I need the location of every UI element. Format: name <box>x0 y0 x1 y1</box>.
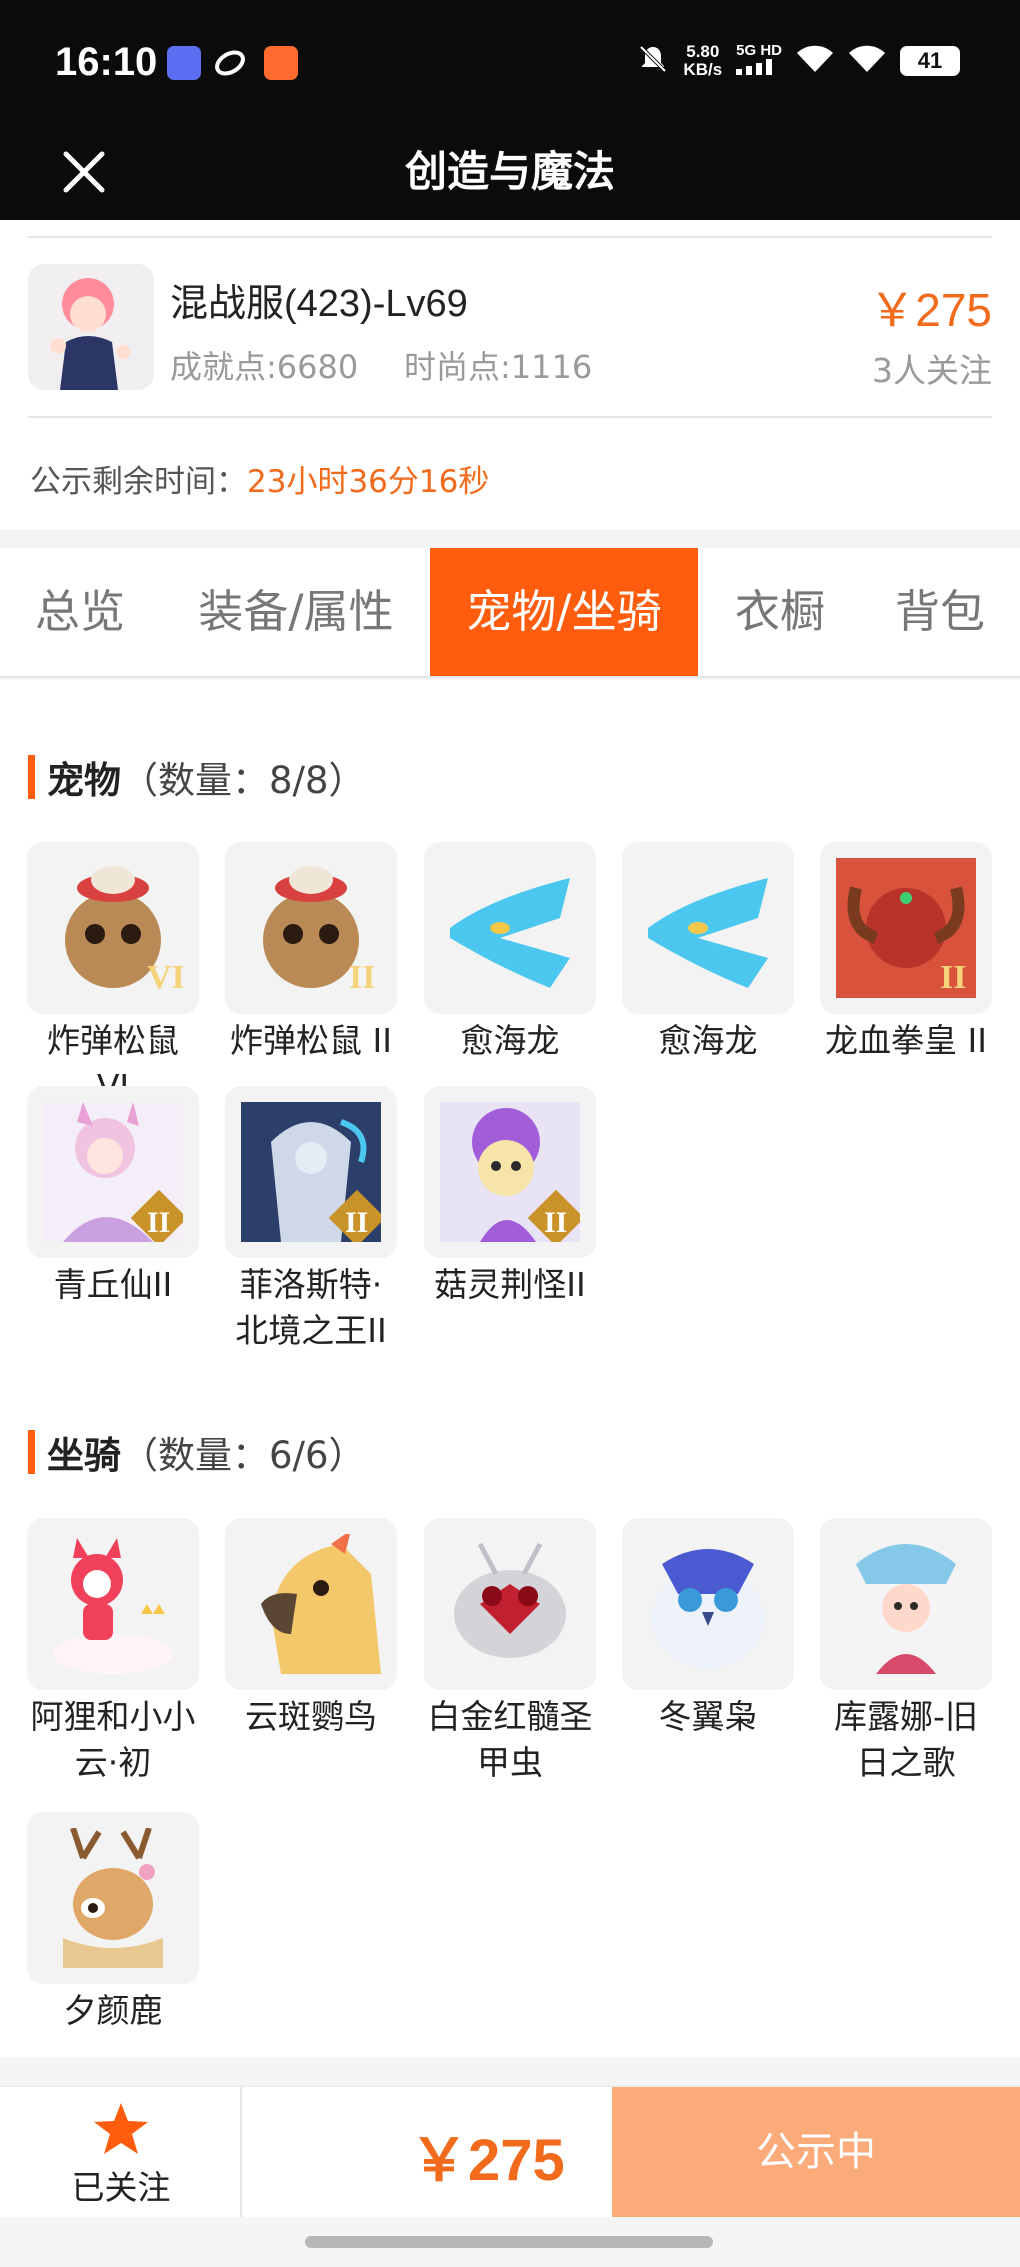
video-app-icon <box>264 46 298 80</box>
svg-text:II: II <box>147 1206 170 1239</box>
nav-bar: 创造与魔法 <box>0 124 1020 220</box>
fashion-points: 时尚点:1116 <box>404 348 593 386</box>
svg-text:II: II <box>544 1206 567 1239</box>
frost-king-image: II <box>225 1086 397 1258</box>
home-indicator[interactable] <box>305 2236 713 2248</box>
pet-item[interactable]: II 龙血拳皇 II <box>820 842 992 1064</box>
pets-mounts-panel: 宠物 （数量：8/8） VI 炸弹松鼠 VI II 炸弹松鼠 II 愈海龙 愈海… <box>0 680 1020 2057</box>
network-type: 5G HD <box>736 42 782 79</box>
status-bar: 16:10 5.80 KB/s 5G HD 41 <box>0 0 1020 124</box>
mount-item[interactable]: 阿狸和小小云·初 <box>27 1518 199 1786</box>
character-avatar <box>28 264 154 390</box>
svg-text:VI: VI <box>147 959 183 996</box>
pet-name: 龙血拳皇 II <box>825 1021 987 1060</box>
follow-label: 已关注 <box>71 2168 171 2207</box>
battery-icon: 41 <box>900 45 960 76</box>
scarab-image <box>424 1518 596 1690</box>
mushroom-spirit-image: II <box>424 1086 596 1258</box>
mount-item[interactable]: 库露娜-旧日之歌 <box>820 1518 992 1786</box>
pet-name: 愈海龙 <box>658 1021 758 1060</box>
tab-wardrobe[interactable]: 衣橱 <box>710 548 850 676</box>
wifi-icon <box>848 44 886 78</box>
pet-name: 愈海龙 <box>460 1021 560 1060</box>
kuluna-image <box>820 1518 992 1690</box>
ali-cloud-image <box>27 1518 199 1690</box>
tab-bar: 总览 装备/属性 宠物/坐骑 衣橱 背包 <box>0 548 1020 678</box>
bomb-squirrel-image: VI <box>27 842 199 1014</box>
healing-sea-dragon-image <box>424 842 596 1014</box>
follower-count: 3人关注 <box>872 351 992 390</box>
mount-name: 阿狸和小小云·初 <box>30 1697 196 1782</box>
tab-pets-mounts[interactable]: 宠物/坐骑 <box>430 548 698 676</box>
spotted-parrot-image <box>225 1518 397 1690</box>
mounts-section-title: 坐骑 （数量：6/6） <box>28 1425 366 1479</box>
divider <box>28 236 992 238</box>
close-button[interactable] <box>56 124 112 220</box>
pet-item[interactable]: VI 炸弹松鼠 VI <box>27 842 199 1110</box>
pet-item[interactable]: II 菇灵荆怪II <box>424 1086 596 1308</box>
pet-name: 菇灵荆怪II <box>434 1265 586 1304</box>
follow-button[interactable]: 已关注 <box>0 2087 242 2217</box>
page-title: 创造与魔法 <box>404 147 615 196</box>
network-speed: 5.80 KB/s <box>683 41 723 79</box>
close-icon <box>63 151 105 193</box>
divider <box>28 416 992 418</box>
pets-section-title: 宠物 （数量：8/8） <box>28 750 366 804</box>
pet-name: 青丘仙II <box>53 1265 173 1304</box>
tab-backpack[interactable]: 背包 <box>870 548 1010 676</box>
publicity-status-button[interactable]: 公示中 <box>612 2087 1020 2217</box>
timer-value: 23小时36分16秒 <box>247 464 490 500</box>
tieba-app-icon <box>167 46 201 80</box>
mount-item[interactable]: 冬翼枭 <box>622 1518 794 1740</box>
tab-overview[interactable]: 总览 <box>0 548 160 676</box>
wifi-icon <box>796 44 834 78</box>
mount-item[interactable]: 夕颜鹿 <box>27 1812 199 2034</box>
achievement-points: 成就点:6680 <box>170 348 359 386</box>
pet-name: 菲洛斯特·北境之王II <box>235 1265 387 1350</box>
browser-app-icon <box>213 46 247 80</box>
svg-text:II: II <box>349 959 375 996</box>
pet-item[interactable]: 愈海龙 <box>622 842 794 1064</box>
mount-name: 库露娜-旧日之歌 <box>834 1697 978 1782</box>
bottom-action-bar: 已关注 ￥275 公示中 <box>0 2085 1020 2217</box>
svg-text:II: II <box>940 959 966 996</box>
publicity-timer: 公示剩余时间：23小时36分16秒 <box>30 464 490 500</box>
bottom-price: ￥275 <box>410 2128 565 2193</box>
listing-price: ￥275 <box>869 284 992 336</box>
pet-item[interactable]: II 菲洛斯特·北境之王II <box>225 1086 397 1354</box>
mount-item[interactable]: 白金红髓圣甲虫 <box>424 1518 596 1786</box>
pet-name: 炸弹松鼠 II <box>230 1021 392 1060</box>
mount-name: 白金红髓圣甲虫 <box>427 1697 593 1782</box>
winter-owl-image <box>622 1518 794 1690</box>
pet-item[interactable]: II 青丘仙II <box>27 1086 199 1308</box>
svg-text:II: II <box>345 1206 368 1239</box>
dusk-deer-image <box>27 1812 199 1984</box>
bomb-squirrel-image: II <box>225 842 397 1014</box>
dragon-blood-boxer-image: II <box>820 842 992 1014</box>
mount-name: 云斑鹦鸟 <box>245 1697 377 1736</box>
star-icon <box>94 2103 148 2154</box>
mute-icon <box>637 43 669 79</box>
status-time: 16:10 <box>55 40 158 84</box>
qingqiu-fairy-image: II <box>27 1086 199 1258</box>
tab-equipment[interactable]: 装备/属性 <box>178 548 414 676</box>
mount-name: 冬翼枭 <box>658 1697 758 1736</box>
healing-sea-dragon-image <box>622 842 794 1014</box>
mount-name: 夕颜鹿 <box>63 1991 163 2030</box>
pet-item[interactable]: 愈海龙 <box>424 842 596 1064</box>
mount-item[interactable]: 云斑鹦鸟 <box>225 1518 397 1740</box>
listing-card: 混战服(423)-Lv69 成就点:6680 时尚点:1116 ￥275 3人关… <box>0 220 1020 530</box>
pet-item[interactable]: II 炸弹松鼠 II <box>225 842 397 1064</box>
server-level: 混战服(423)-Lv69 <box>170 283 468 325</box>
